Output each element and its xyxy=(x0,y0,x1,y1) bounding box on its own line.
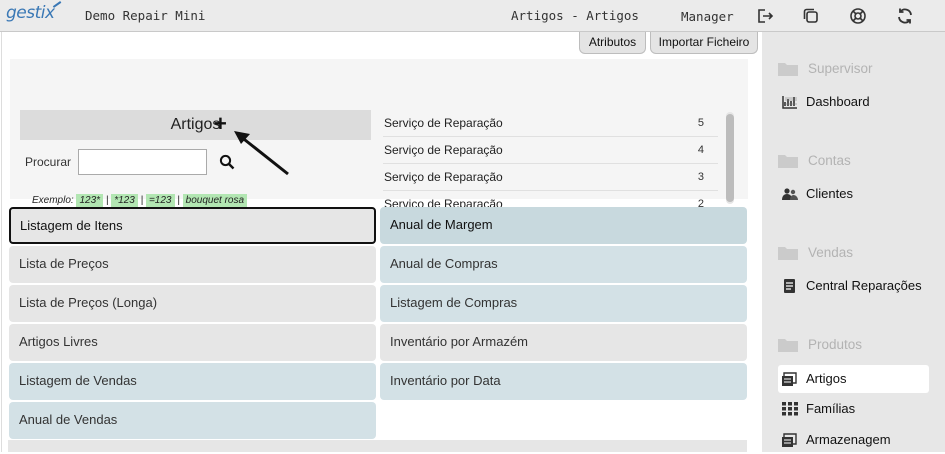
example-chip: =123 xyxy=(145,194,175,207)
main-content: Atributos Importar Ficheiro Artigos + Pr… xyxy=(1,32,760,452)
item-name: Serviço de Reparação xyxy=(384,143,503,157)
user-name[interactable]: Manager xyxy=(681,9,734,24)
report-artigos-livres[interactable]: Artigos Livres xyxy=(9,324,376,361)
search-input[interactable] xyxy=(78,149,207,175)
example-separator: | xyxy=(140,195,144,206)
search-icon[interactable] xyxy=(219,154,235,173)
report-lista-precos-longa[interactable]: Lista de Preços (Longa) xyxy=(9,285,376,322)
section-title: Produtos xyxy=(808,337,863,352)
page-title: Artigos - Artigos xyxy=(511,8,639,23)
list-scrollbar[interactable] xyxy=(726,112,734,204)
sidebar-item-label: Famílias xyxy=(806,401,856,416)
logout-icon[interactable] xyxy=(756,7,774,25)
report-listagem-vendas[interactable]: Listagem de Vendas xyxy=(9,363,376,400)
section-title: Vendas xyxy=(808,245,854,260)
section-title: Contas xyxy=(808,153,851,168)
report-inventario-data[interactable]: Inventário por Data xyxy=(380,363,747,400)
folder-icon xyxy=(778,155,798,168)
windows-icon[interactable] xyxy=(802,7,820,25)
item-name: Serviço de Reparação xyxy=(384,116,503,130)
dashboard-icon xyxy=(782,96,797,109)
users-icon xyxy=(782,188,798,200)
section-title: Supervisor xyxy=(808,61,873,76)
help-lifebuoy-icon[interactable] xyxy=(849,7,867,25)
importar-ficheiro-button[interactable]: Importar Ficheiro xyxy=(650,32,758,54)
item-qty: 3 xyxy=(697,171,704,183)
example-separator: | xyxy=(105,195,109,206)
refresh-icon[interactable] xyxy=(896,7,914,25)
bottom-band xyxy=(8,440,747,452)
arrow-pointer-icon xyxy=(230,128,292,181)
report-anual-margem[interactable]: Anual de Margem xyxy=(380,207,747,244)
list-item[interactable]: Serviço de Reparação 5 xyxy=(383,110,718,137)
scrollbar-thumb[interactable] xyxy=(726,114,734,202)
top-bar: gestix Demo Repair Mini Artigos - Artigo… xyxy=(0,0,945,32)
sidebar-item-label: Armazenagem xyxy=(806,432,891,447)
report-lista-precos[interactable]: Lista de Preços xyxy=(9,246,376,283)
document-icon xyxy=(784,279,795,293)
report-anual-compras[interactable]: Anual de Compras xyxy=(380,246,747,283)
folder-icon xyxy=(778,63,798,76)
sidebar-item-label: Artigos xyxy=(806,371,847,386)
recent-items-list: Serviço de Reparação 5 Serviço de Reparaç… xyxy=(383,110,718,218)
sidebar-item-label: Dashboard xyxy=(806,94,870,109)
atributos-button[interactable]: Atributos xyxy=(579,32,646,54)
report-anual-vendas[interactable]: Anual de Vendas xyxy=(9,402,376,439)
report-listagem-compras[interactable]: Listagem de Compras xyxy=(380,285,747,322)
folder-icon xyxy=(778,339,798,352)
gestix-logo[interactable]: gestix xyxy=(6,3,55,23)
report-inventario-armazem[interactable]: Inventário por Armazém xyxy=(380,324,747,361)
sidebar-item-label: Central Reparações xyxy=(806,278,922,293)
example-chip: 123* xyxy=(76,194,104,207)
add-artigo-button[interactable]: + xyxy=(214,113,227,135)
sidebar-item-label: Clientes xyxy=(806,186,853,201)
item-qty: 4 xyxy=(697,144,704,156)
warehouse-icon xyxy=(782,433,797,447)
search-label: Procurar xyxy=(25,155,72,169)
item-qty: 5 xyxy=(697,117,704,129)
sidebar: Supervisor Dashboard Contas Clientes Ven… xyxy=(762,32,945,452)
example-chip: *123 xyxy=(111,194,138,207)
folder-icon xyxy=(778,247,798,260)
example-separator: | xyxy=(177,195,180,206)
list-item[interactable]: Serviço de Reparação 3 xyxy=(383,164,718,191)
list-item[interactable]: Serviço de Reparação 4 xyxy=(383,137,718,164)
app-title: Demo Repair Mini xyxy=(85,8,206,23)
examples-label: Exemplo: xyxy=(32,195,74,206)
artigos-header: Artigos xyxy=(20,110,371,140)
example-chip: bouquet rosa xyxy=(182,194,248,207)
item-name: Serviço de Reparação xyxy=(384,170,503,184)
sidebar-item-artigos[interactable]: Artigos xyxy=(778,365,929,393)
report-listagem-itens[interactable]: Listagem de Itens xyxy=(9,207,376,244)
artigos-icon xyxy=(782,372,797,386)
grid-icon xyxy=(782,402,798,416)
